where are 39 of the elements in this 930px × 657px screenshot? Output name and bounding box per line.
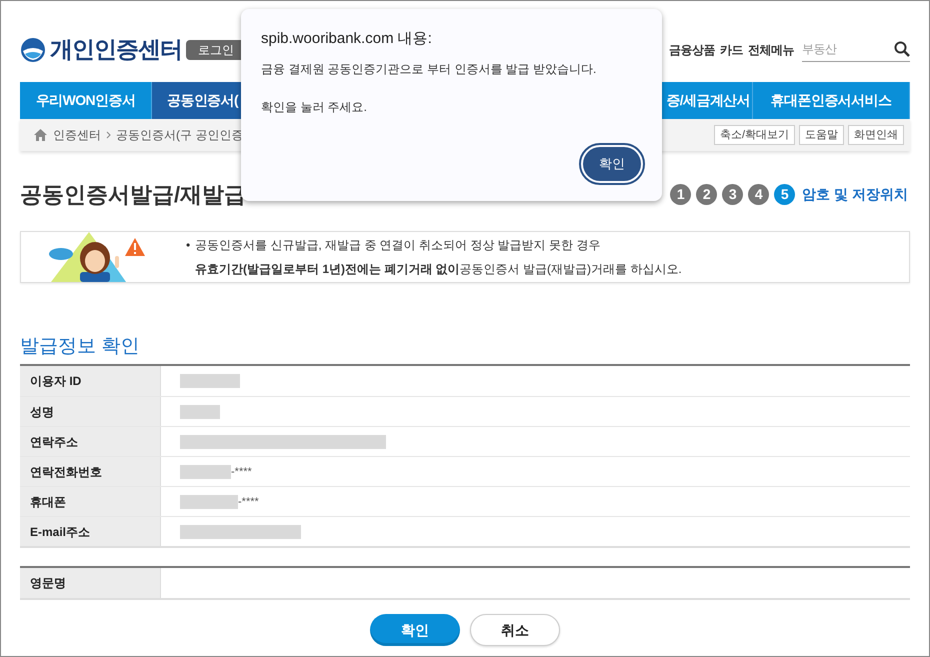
- step-title: 암호 및 저장위치: [802, 184, 908, 204]
- confirm-button[interactable]: 확인: [370, 614, 460, 646]
- header-link[interactable]: 카드: [720, 40, 743, 58]
- tool-button[interactable]: 축소/확대보기: [714, 125, 795, 145]
- tool-button[interactable]: 화면인쇄: [848, 125, 904, 145]
- field-label: 영문명: [20, 568, 161, 598]
- header-link[interactable]: 전체메뉴: [748, 40, 794, 58]
- field-label: 이용자 ID: [20, 366, 161, 396]
- search-field[interactable]: 부동산: [802, 40, 892, 58]
- masked-suffix: -****: [238, 495, 259, 510]
- step-indicator: 4: [748, 184, 770, 204]
- field-label: 연락전화번호: [20, 457, 161, 486]
- header-link[interactable]: 금융상품: [669, 40, 715, 58]
- tool-button[interactable]: 도움말: [799, 125, 844, 145]
- home-icon[interactable]: [34, 129, 47, 141]
- step-indicator: 5: [774, 184, 796, 204]
- search-icon[interactable]: [894, 41, 910, 57]
- field-label: E-mail주소: [20, 517, 161, 546]
- dialog-title: spib.wooribank.com 내용:: [261, 29, 433, 49]
- breadcrumb-link[interactable]: 공동인증서(구 공인인증: [116, 126, 244, 144]
- field-label: 연락주소: [20, 427, 161, 456]
- section-title: 발급정보 확인: [20, 335, 140, 359]
- notice-text: 공동인증서를 신규발급, 재발급 중 연결이 취소되어 정상 발급받지 못한 경우: [195, 237, 600, 254]
- cancel-button[interactable]: 취소: [470, 614, 560, 646]
- logo-icon: [20, 36, 46, 62]
- page-title: 공동인증서발급/재발급: [20, 180, 246, 208]
- field-label: 성명: [20, 397, 161, 426]
- step-indicator: 1: [670, 184, 692, 204]
- step-indicator: 3: [722, 184, 744, 204]
- chevron-icon: [106, 131, 111, 139]
- masked-suffix: -****: [231, 465, 252, 480]
- bullet-mark: •: [186, 237, 192, 254]
- site-logo[interactable]: 개인인증센터: [50, 32, 182, 67]
- notice-text: 유효기간(발급일로부터 1년)전에는 폐기거래 없이공동인증서 발급(재발급)거래를 하십시오.: [195, 261, 682, 278]
- dialog-ok-button[interactable]: 확인: [583, 147, 641, 181]
- field-label: 휴대폰: [20, 487, 161, 516]
- dialog-message: 금융 결제원 공동인증기관으로 부터 인증서를 발급 받았습니다.: [261, 60, 598, 78]
- step-indicator: 2: [696, 184, 718, 204]
- breadcrumb-link[interactable]: 인증센터: [53, 126, 101, 144]
